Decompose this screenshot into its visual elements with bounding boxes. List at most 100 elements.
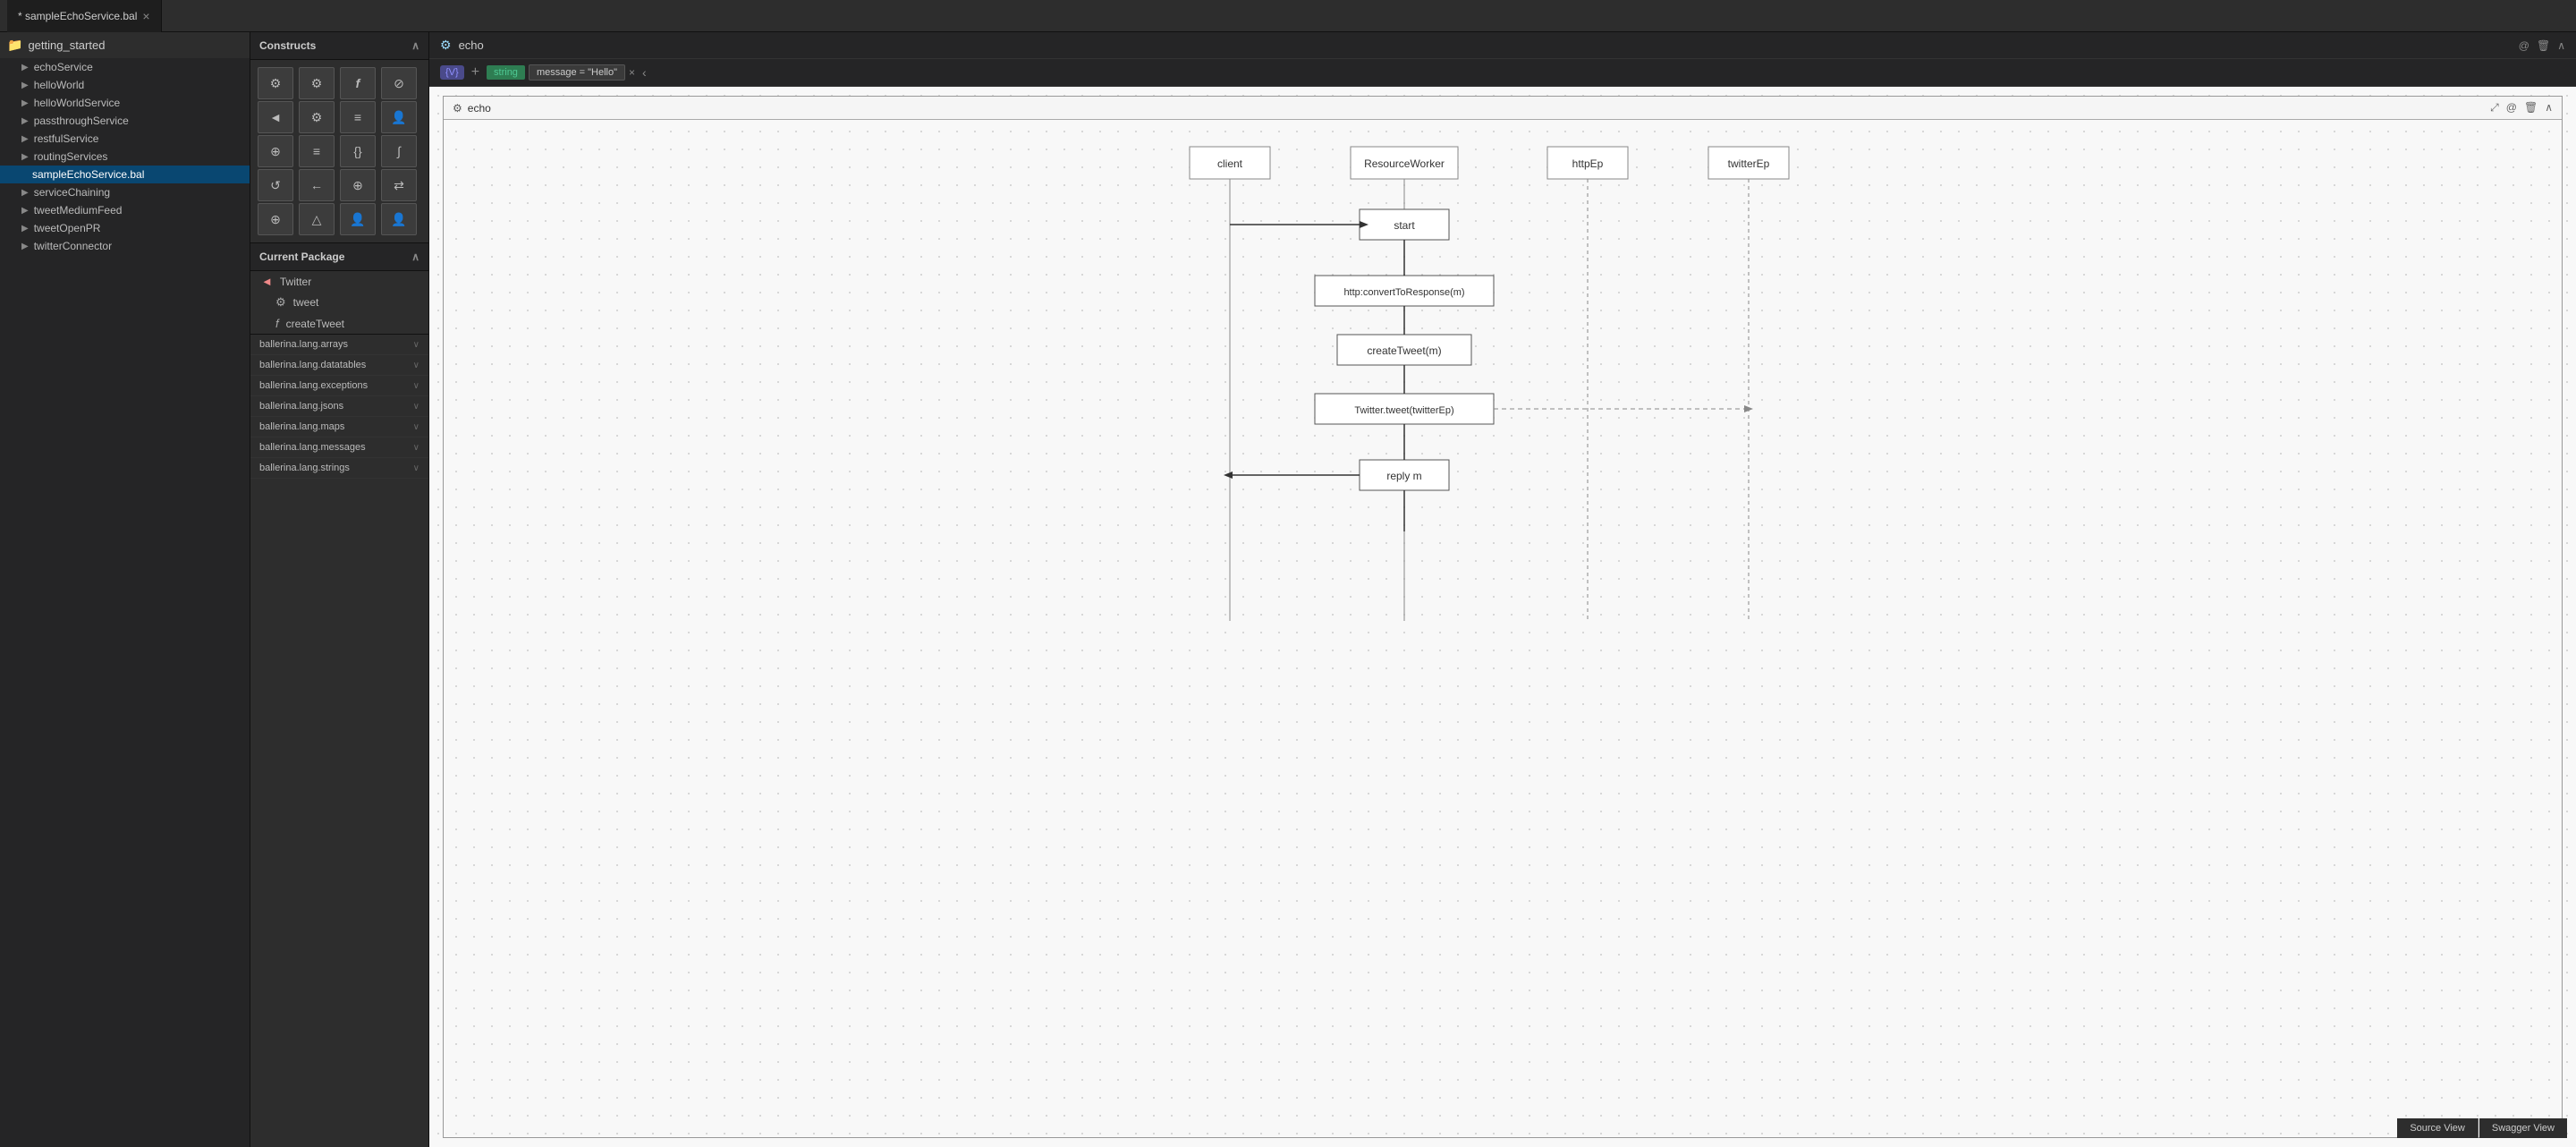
constructs-panel: Constructs ∧ ⚙ ⚙ f ⊘ ◄ ⚙ ≡ 👤 ⊕ ≡ {} ∫ ↺ … <box>250 32 429 1147</box>
construct-transform-button[interactable]: ≡ <box>299 135 335 167</box>
sidebar-item-label: helloWorld <box>34 79 84 91</box>
dep-item-messages[interactable]: ballerina.lang.messages ∨ <box>250 438 428 458</box>
sidebar-item-echoservice[interactable]: ▶ echoService <box>0 58 250 76</box>
sidebar-item-label: routingServices <box>34 150 108 163</box>
sidebar-item-label: twitterConnector <box>34 240 112 252</box>
dep-label: ballerina.lang.messages <box>259 442 366 453</box>
chevron-down-icon: ∨ <box>413 422 419 432</box>
resource-icon: ⚙ <box>275 295 286 310</box>
dep-label: ballerina.lang.exceptions <box>259 380 368 391</box>
annotation-icon[interactable]: @ <box>2506 101 2517 115</box>
chevron-down-icon: ∨ <box>413 340 419 350</box>
construct-worker-button[interactable]: ⚙ <box>299 101 335 133</box>
construct-parallel-button[interactable]: ⇄ <box>381 169 417 201</box>
tab-close-button[interactable]: × <box>142 9 149 23</box>
chevron-right-icon: ▶ <box>21 152 29 162</box>
delete-icon[interactable]: 🗑 <box>2524 101 2538 115</box>
httpconvert-node: http:convertToResponse(m) <box>1315 276 1494 306</box>
sidebar-item-servicechaining[interactable]: ▶ serviceChaining <box>0 183 250 201</box>
construct-fork-button[interactable]: ⊕ <box>258 203 293 235</box>
sidebar-item-twitterconnector[interactable]: ▶ twitterConnector <box>0 237 250 255</box>
createtweet-node: createTweet(m) <box>1337 335 1471 365</box>
svg-text:http:convertToResponse(m): http:convertToResponse(m) <box>1343 287 1464 298</box>
diagram-wrapper: ⚙ echo ⤢ @ 🗑 ∧ <box>429 87 2576 1147</box>
dependency-section: ballerina.lang.arrays ∨ ballerina.lang.d… <box>250 334 428 479</box>
param-value-label[interactable]: message = "Hello" <box>529 64 625 81</box>
root-folder-name: getting_started <box>28 38 105 52</box>
diagram-canvas[interactable]: ⚙ echo ⤢ @ 🗑 ∧ <box>429 87 2576 1147</box>
collapse-package-button[interactable]: ∧ <box>411 251 419 263</box>
sidebar-item-sampleechoservice[interactable]: sampleEchoService.bal <box>0 166 250 183</box>
sidebar-item-label: passthroughService <box>34 115 129 127</box>
source-view-button[interactable]: Source View <box>2397 1118 2479 1138</box>
sidebar-item-tweetmediumfeed[interactable]: ▶ tweetMediumFeed <box>0 201 250 219</box>
add-param-button[interactable]: + <box>471 64 479 81</box>
current-package-header: Current Package ∧ <box>250 243 428 271</box>
construct-return-button[interactable]: ↺ <box>258 169 293 201</box>
construct-action-button[interactable]: ◄ <box>258 101 293 133</box>
sidebar-item-passthroughservice[interactable]: ▶ passthroughService <box>0 112 250 130</box>
dep-label: ballerina.lang.arrays <box>259 339 348 350</box>
constructs-header: Constructs ∧ <box>250 32 428 60</box>
chevron-right-icon: ▶ <box>21 206 29 216</box>
folder-icon: 📁 <box>7 38 22 53</box>
construct-annotation-button[interactable]: 👤 <box>381 101 417 133</box>
nav-back-button[interactable]: ‹ <box>642 65 647 80</box>
pkg-item-twitter[interactable]: ◄ Twitter <box>250 271 428 292</box>
sidebar-item-restfulservice[interactable]: ▶ restfulService <box>0 130 250 148</box>
sidebar-item-tweetopenpr[interactable]: ▶ tweetOpenPR <box>0 219 250 237</box>
params-bar: {V} + string message = "Hello" × ‹ <box>429 59 2576 87</box>
collapse-constructs-button[interactable]: ∧ <box>411 39 419 52</box>
dep-item-exceptions[interactable]: ballerina.lang.exceptions ∨ <box>250 376 428 396</box>
dep-item-strings[interactable]: ballerina.lang.strings ∨ <box>250 458 428 479</box>
resourceworker-node: ResourceWorker <box>1351 147 1458 179</box>
param-tag: string message = "Hello" × <box>487 64 635 81</box>
pkg-item-label: Twitter <box>280 276 311 288</box>
pkg-item-tweet[interactable]: ⚙ tweet <box>250 292 428 313</box>
delete-function-button[interactable]: 🗑 <box>2537 39 2550 52</box>
chevron-down-icon: ∨ <box>413 402 419 412</box>
construct-service-button[interactable]: ⚙ <box>258 67 293 99</box>
construct-alert-button[interactable]: △ <box>299 203 335 235</box>
swagger-view-button[interactable]: Swagger View <box>2479 1118 2567 1138</box>
inner-function-name: echo <box>468 102 491 115</box>
construct-typemapper-button[interactable]: ∫ <box>381 135 417 167</box>
construct-function-button[interactable]: f <box>340 67 376 99</box>
construct-endpoint-button[interactable]: 👤 <box>381 203 417 235</box>
construct-connector-button[interactable]: ⊘ <box>381 67 417 99</box>
chevron-down-icon: ∨ <box>413 381 419 391</box>
svg-text:createTweet(m): createTweet(m) <box>1367 344 1441 357</box>
construct-resource-button[interactable]: ⚙ <box>299 67 335 99</box>
expand-icon[interactable]: ⤢ <box>2490 101 2499 115</box>
dep-item-arrays[interactable]: ballerina.lang.arrays ∨ <box>250 335 428 355</box>
svg-text:client: client <box>1217 157 1243 170</box>
dep-label: ballerina.lang.jsons <box>259 401 343 412</box>
current-package-section: Current Package ∧ ◄ Twitter ⚙ tweet f cr… <box>250 242 428 334</box>
construct-invoke-button[interactable]: ⊕ <box>340 169 376 201</box>
sidebar-item-routingservices[interactable]: ▶ routingServices <box>0 148 250 166</box>
param-close-button[interactable]: × <box>629 66 635 79</box>
dep-item-jsons[interactable]: ballerina.lang.jsons ∨ <box>250 396 428 417</box>
construct-enum-button[interactable]: {} <box>340 135 376 167</box>
construct-role-button[interactable]: 👤 <box>340 203 376 235</box>
collapse-icon[interactable]: ∧ <box>2545 101 2553 115</box>
annotation-button[interactable]: @ <box>2519 39 2529 52</box>
sidebar-item-helloworldservice[interactable]: ▶ helloWorldService <box>0 94 250 112</box>
sidebar-item-label: echoService <box>34 61 93 73</box>
chevron-down-icon: ∨ <box>413 443 419 453</box>
function-box-actions: ⤢ @ 🗑 ∧ <box>2490 101 2553 115</box>
function-icon: ⚙ <box>440 38 452 53</box>
dep-item-datatables[interactable]: ballerina.lang.datatables ∨ <box>250 355 428 376</box>
file-tab[interactable]: * sampleEchoService.bal × <box>7 0 162 32</box>
chevron-right-icon: ▶ <box>21 63 29 72</box>
function-header: ⚙ echo @ 🗑 ∧ <box>429 32 2576 59</box>
diagram-svg: client ResourceWorker httpEp <box>444 120 2562 639</box>
construct-reply-button[interactable]: ← <box>299 169 335 201</box>
sidebar-item-helloworld[interactable]: ▶ helloWorld <box>0 76 250 94</box>
construct-variable-button[interactable]: ⊕ <box>258 135 293 167</box>
construct-struct-button[interactable]: ≡ <box>340 101 376 133</box>
dep-item-maps[interactable]: ballerina.lang.maps ∨ <box>250 417 428 438</box>
pkg-item-createtweet[interactable]: f createTweet <box>250 313 428 334</box>
svg-text:Twitter.tweet(twitterEp): Twitter.tweet(twitterEp) <box>1354 405 1453 416</box>
collapse-function-button[interactable]: ∧ <box>2557 39 2565 52</box>
